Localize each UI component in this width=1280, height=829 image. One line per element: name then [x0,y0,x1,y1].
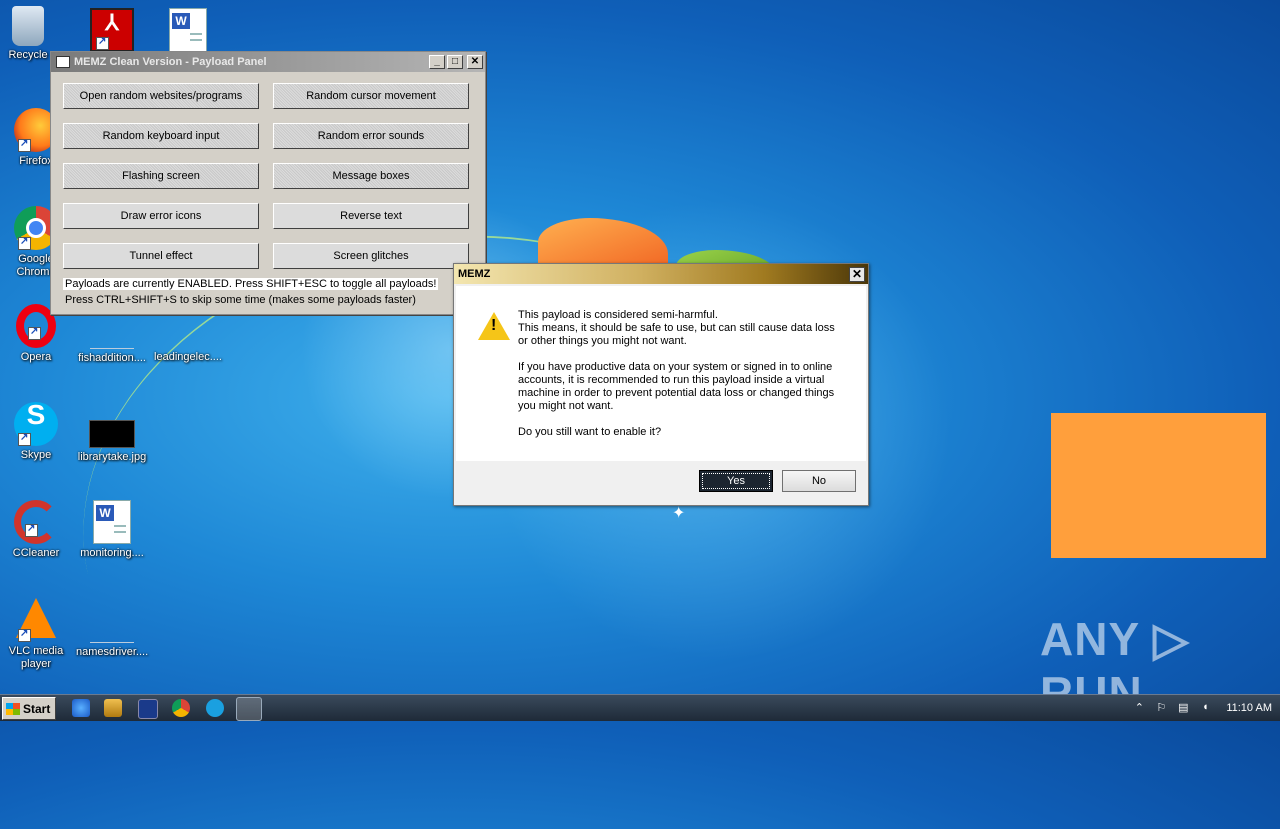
explorer-taskbar-icon[interactable] [104,699,122,717]
payload-button-reverse-text[interactable]: Reverse text [273,203,469,229]
cursor-sparkle-icon: ✦ [672,505,686,522]
vlc-icon [14,598,58,642]
word-document-icon: W [93,500,131,544]
orange-overlay-box [1051,413,1266,558]
start-button[interactable]: Start [2,697,56,720]
app-taskbar-icon[interactable] [206,699,224,717]
payload-button-keyboard-input[interactable]: Random keyboard input [63,123,259,149]
payload-button-screen-glitches[interactable]: Screen glitches [273,243,469,269]
taskbar: Start ⌃ ⚐ ▤ ◖ 11:10 AM [0,694,1280,721]
desktop-icon-namesdriver[interactable]: namesdriver.... [76,598,148,659]
payload-button-cursor-movement[interactable]: Random cursor movement [273,83,469,109]
dialog-message: This payload is considered semi-harmful.… [518,309,848,452]
dialog-paragraph-1: This payload is considered semi-harmful.… [518,309,835,347]
clock[interactable]: 11:10 AM [1226,702,1272,714]
payload-button-tunnel-effect[interactable]: Tunnel effect [63,243,259,269]
network-icon[interactable]: ▤ [1176,701,1190,715]
memz-confirm-dialog: MEMZ ✕ ! This payload is considered semi… [453,263,869,506]
ie-taskbar-icon[interactable] [72,699,90,717]
start-label: Start [23,701,51,716]
desktop-icon-label: fishaddition.... [78,352,146,364]
media-player-taskbar-icon[interactable] [138,699,158,719]
no-button[interactable]: No [782,470,856,492]
recycle-bin-icon [12,6,44,46]
desktop-icon-label: CCleaner [12,547,60,559]
desktop-icon-label: VLC media player [8,645,64,670]
close-button[interactable]: ✕ [467,55,483,69]
desktop-icon-vlc[interactable]: VLC media player [0,598,72,671]
desktop-icon-monitoring[interactable]: W monitoring.... [76,500,148,560]
desktop-icon-label: Skype [20,449,52,461]
dialog-body: ! This payload is considered semi-harmfu… [456,286,866,461]
dialog-titlebar[interactable]: MEMZ ✕ [454,264,868,284]
dialog-close-button[interactable]: ✕ [849,266,865,282]
windows-flag-icon [6,702,20,715]
dialog-title: MEMZ [458,268,491,280]
volume-icon[interactable]: ◖ [1198,701,1212,715]
action-center-flag-icon[interactable]: ⚐ [1154,701,1168,715]
word-document-icon: W [169,8,207,52]
desktop-icon-skype[interactable]: S Skype [0,401,72,462]
file-icon [90,598,134,643]
dialog-paragraph-3: Do you still want to enable it? [518,426,662,438]
payload-button-flashing-screen[interactable]: Flashing screen [63,163,259,189]
dialog-paragraph-2: If you have productive data on your syst… [518,361,835,412]
payload-button-message-boxes[interactable]: Message boxes [273,163,469,189]
skype-icon: S [14,401,58,446]
desktop-icon-pdf[interactable]: ⅄ [76,8,148,55]
desktop-icon-word-doc[interactable]: W [152,8,224,55]
desktop-icon-label: Opera [20,351,52,363]
desktop-icon-label: leadingelec.... [154,351,222,363]
payload-status-text: Payloads are currently ENABLED. Press SH… [63,278,439,290]
image-file-icon [89,420,135,448]
desktop-icon-label: librarytake.jpg [77,451,147,463]
payload-panel-titlebar[interactable]: MEMZ Clean Version - Payload Panel _ □ ✕ [51,52,485,72]
warning-icon: ! [478,312,510,340]
desktop-icon-label: monitoring.... [80,547,144,559]
show-hidden-icons-icon[interactable]: ⌃ [1132,701,1146,715]
maximize-button[interactable]: □ [447,55,463,69]
window-icon [56,56,70,68]
system-tray: ⌃ ⚐ ▤ ◖ 11:10 AM [1128,695,1272,721]
payload-button-error-sounds[interactable]: Random error sounds [273,123,469,149]
minimize-button[interactable]: _ [429,55,445,69]
chrome-taskbar-icon[interactable] [172,699,190,717]
ccleaner-icon [14,500,58,544]
desktop-icon-librarytake[interactable]: librarytake.jpg [76,402,148,464]
payload-hint-text: Press CTRL+SHIFT+S to skip some time (ma… [65,294,416,306]
payload-button-draw-error-icons[interactable]: Draw error icons [63,203,259,229]
payload-panel-title: MEMZ Clean Version - Payload Panel [74,56,267,68]
desktop-icon-label: namesdriver.... [76,646,149,658]
payload-panel-window: MEMZ Clean Version - Payload Panel _ □ ✕… [50,51,486,315]
desktop-icon-ccleaner[interactable]: CCleaner [0,500,72,560]
yes-button[interactable]: Yes [699,470,773,492]
pdf-icon: ⅄ [90,8,134,52]
payload-button-open-websites[interactable]: Open random websites/programs [63,83,259,109]
memz-taskbar-button[interactable] [236,697,262,721]
